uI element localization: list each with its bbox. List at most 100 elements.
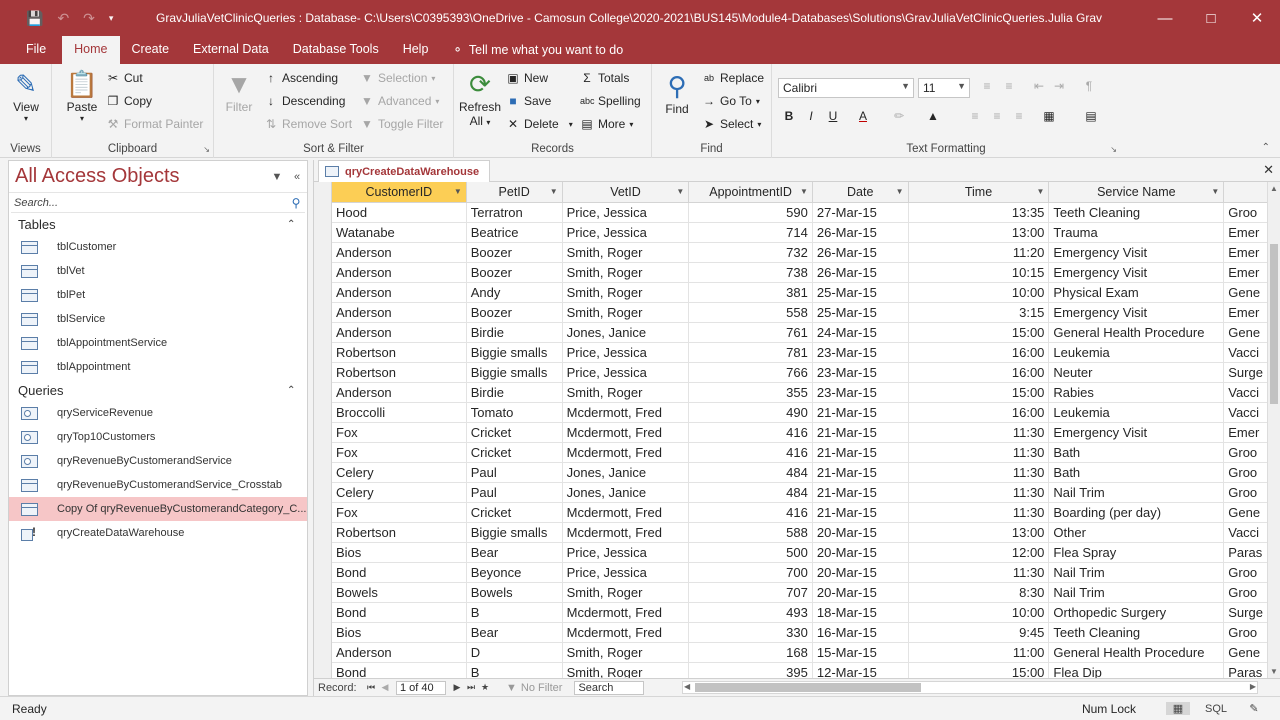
indent-decrease-icon[interactable]: ⇤ bbox=[1030, 79, 1048, 93]
user-name[interactable]: Julia Grav bbox=[1048, 11, 1102, 25]
table-cell[interactable]: Nail Trim bbox=[1048, 562, 1225, 583]
table-cell[interactable]: 26-Mar-15 bbox=[812, 242, 909, 263]
table-cell[interactable]: Mcdermott, Fred bbox=[562, 502, 690, 523]
table-cell[interactable]: 416 bbox=[688, 502, 813, 523]
table-cell[interactable]: Smith, Roger bbox=[562, 582, 690, 603]
table-cell[interactable]: Smith, Roger bbox=[562, 642, 690, 663]
save-icon[interactable]: 💾 bbox=[26, 10, 43, 27]
table-cell[interactable]: Vacci bbox=[1223, 382, 1268, 403]
table-row[interactable]: Anderson Boozer Smith, Roger 558 25-Mar-15 3:… bbox=[332, 302, 1268, 323]
table-cell[interactable]: 12-Mar-15 bbox=[812, 662, 909, 678]
table-cell[interactable]: Nail Trim bbox=[1048, 582, 1225, 603]
tab-database-tools[interactable]: Database Tools bbox=[281, 36, 391, 64]
table-row[interactable]: Fox Cricket Mcdermott, Fred 416 21-Mar-15 11:… bbox=[332, 442, 1268, 463]
new-blank-record-icon[interactable]: ★ bbox=[478, 682, 492, 693]
table-cell[interactable]: 355 bbox=[688, 382, 813, 403]
table-cell[interactable]: Leukemia bbox=[1048, 342, 1225, 363]
table-cell[interactable]: Bond bbox=[332, 662, 467, 678]
table-cell[interactable]: Bear bbox=[466, 542, 563, 563]
table-cell[interactable]: Anderson bbox=[332, 382, 467, 403]
more-button[interactable]: ▤ More ▾ bbox=[580, 117, 633, 131]
table-cell[interactable]: Orthopedic Surgery bbox=[1048, 602, 1225, 623]
table-cell[interactable]: 11:20 bbox=[908, 242, 1050, 263]
table-cell[interactable]: Emer bbox=[1223, 262, 1268, 283]
table-cell[interactable]: 12:00 bbox=[908, 542, 1050, 563]
align-center-icon[interactable]: ≡ bbox=[988, 109, 1006, 123]
table-row[interactable]: Bowels Bowels Smith, Roger 707 20-Mar-15 8:30… bbox=[332, 582, 1268, 603]
table-cell[interactable]: Flea Dip bbox=[1048, 662, 1225, 678]
datasheet-view-icon[interactable]: ▦ bbox=[1166, 702, 1190, 715]
advanced-button[interactable]: ▼ Advanced ▾ bbox=[360, 94, 439, 108]
table-cell[interactable]: Smith, Roger bbox=[562, 242, 690, 263]
table-cell[interactable]: Nail Trim bbox=[1048, 482, 1225, 503]
table-cell[interactable]: Emer bbox=[1223, 302, 1268, 323]
dialog-launcher-icon[interactable]: ↘ bbox=[1110, 145, 1117, 154]
align-right-icon[interactable]: ≡ bbox=[1010, 109, 1028, 123]
table-cell[interactable]: Fox bbox=[332, 442, 467, 463]
nav-item-table[interactable]: tblService bbox=[9, 307, 307, 331]
record-selector-column[interactable] bbox=[314, 182, 332, 678]
toggle-filter-button[interactable]: ▼ Toggle Filter bbox=[360, 117, 443, 131]
table-cell[interactable]: Anderson bbox=[332, 282, 467, 303]
cut-button[interactable]: ✂ Cut bbox=[106, 71, 143, 85]
table-cell[interactable]: Beyonce bbox=[466, 562, 563, 583]
table-cell[interactable]: Boozer bbox=[466, 302, 563, 323]
horizontal-scrollbar[interactable]: ◀ ▶ bbox=[682, 681, 1258, 694]
table-cell[interactable]: D bbox=[466, 642, 563, 663]
alternate-row-color-icon[interactable]: ▤ bbox=[1082, 109, 1100, 123]
table-cell[interactable]: 15:00 bbox=[908, 662, 1050, 678]
table-cell[interactable]: 20-Mar-15 bbox=[812, 522, 909, 543]
table-cell[interactable]: Bios bbox=[332, 542, 467, 563]
first-record-icon[interactable]: ⏮ bbox=[364, 682, 378, 693]
table-cell[interactable]: Mcdermott, Fred bbox=[562, 622, 690, 643]
nav-item-query[interactable]: qryTop10Customers bbox=[9, 425, 307, 449]
table-cell[interactable]: 707 bbox=[688, 582, 813, 603]
nav-item-table[interactable]: tblPet bbox=[9, 283, 307, 307]
table-row[interactable]: Anderson D Smith, Roger 168 15-Mar-15 11:00 Ge… bbox=[332, 642, 1268, 663]
column-header[interactable]: Service Name ▼ bbox=[1048, 182, 1225, 203]
table-cell[interactable]: Other bbox=[1048, 522, 1225, 543]
column-dropdown-icon[interactable]: ▼ bbox=[1211, 187, 1219, 196]
align-left-icon[interactable]: ≡ bbox=[966, 109, 984, 123]
table-cell[interactable]: Cricket bbox=[466, 442, 563, 463]
table-cell[interactable]: Bath bbox=[1048, 462, 1225, 483]
descending-button[interactable]: ↓ Descending bbox=[264, 94, 345, 108]
table-cell[interactable]: Jones, Janice bbox=[562, 322, 690, 343]
minimize-icon[interactable]: — bbox=[1142, 10, 1188, 27]
nav-item-query[interactable]: qryRevenueByCustomerandService_Crosstab bbox=[9, 473, 307, 497]
selection-button[interactable]: ▼ Selection ▾ bbox=[360, 71, 435, 85]
table-cell[interactable]: Vacci bbox=[1223, 402, 1268, 423]
table-cell[interactable]: Biggie smalls bbox=[466, 342, 563, 363]
table-cell[interactable]: 493 bbox=[688, 602, 813, 623]
table-cell[interactable]: Emergency Visit bbox=[1048, 302, 1225, 323]
column-header[interactable]: Date ▼ bbox=[812, 182, 909, 203]
nav-item-table[interactable]: tblAppointment bbox=[9, 355, 307, 379]
nav-item-query-selected[interactable]: Copy Of qryRevenueByCustomerandCategory_… bbox=[9, 497, 307, 521]
table-row[interactable]: Bios Bear Price, Jessica 500 20-Mar-15 12:00 F… bbox=[332, 542, 1268, 563]
table-cell[interactable]: 27-Mar-15 bbox=[812, 202, 909, 223]
table-cell[interactable]: Price, Jessica bbox=[562, 542, 690, 563]
table-cell[interactable]: 25-Mar-15 bbox=[812, 302, 909, 323]
table-cell[interactable]: 168 bbox=[688, 642, 813, 663]
table-cell[interactable]: 26-Mar-15 bbox=[812, 222, 909, 243]
table-cell[interactable]: 15:00 bbox=[908, 382, 1050, 403]
table-cell[interactable]: Bowels bbox=[332, 582, 467, 603]
table-row[interactable]: Anderson Boozer Smith, Roger 738 26-Mar-15 10… bbox=[332, 262, 1268, 283]
table-cell[interactable]: Biggie smalls bbox=[466, 362, 563, 383]
table-cell[interactable]: 11:30 bbox=[908, 482, 1050, 503]
table-cell[interactable]: 11:30 bbox=[908, 562, 1050, 583]
table-cell[interactable]: 761 bbox=[688, 322, 813, 343]
column-header[interactable]: Time ▼ bbox=[908, 182, 1050, 203]
table-cell[interactable]: Paras bbox=[1223, 662, 1268, 678]
tables-section-header[interactable]: Tables ⌃ bbox=[9, 213, 307, 235]
spelling-button[interactable]: abc Spelling bbox=[580, 94, 641, 108]
scroll-down-icon[interactable]: ▼ bbox=[1270, 667, 1278, 676]
table-cell[interactable]: Anderson bbox=[332, 322, 467, 343]
table-cell[interactable]: Groo bbox=[1223, 202, 1268, 223]
collapse-section-icon[interactable]: ⌃ bbox=[287, 385, 307, 396]
column-header[interactable]: VetID ▼ bbox=[562, 182, 690, 203]
bullets-icon[interactable]: ≡ bbox=[978, 79, 996, 93]
nav-menu-icon[interactable]: ▼ bbox=[267, 171, 287, 183]
column-dropdown-icon[interactable]: ▼ bbox=[454, 187, 462, 196]
table-cell[interactable]: Bios bbox=[332, 622, 467, 643]
